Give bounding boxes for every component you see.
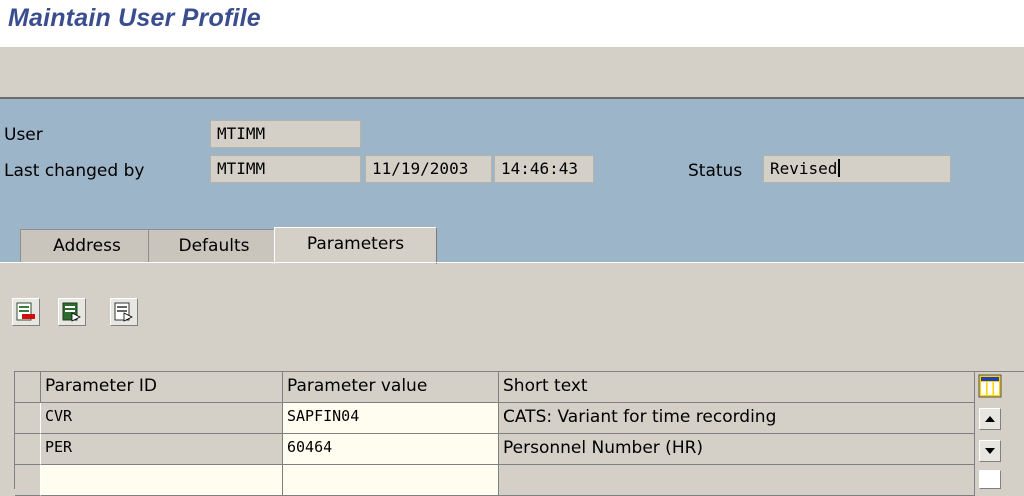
column-header-parameter-value[interactable]: Parameter value bbox=[283, 372, 499, 403]
application-toolbar bbox=[0, 47, 1024, 99]
last-changed-label: Last changed by bbox=[4, 161, 145, 181]
row-selector[interactable] bbox=[15, 403, 41, 434]
last-changed-field: MTIMM bbox=[210, 155, 361, 183]
user-label: User bbox=[4, 125, 43, 145]
table-cell-short-text: Personnel Number (HR) bbox=[499, 434, 975, 465]
table-cell-parameter-id[interactable]: CVR bbox=[41, 403, 283, 434]
row-selector[interactable] bbox=[15, 434, 41, 465]
delete-row-button[interactable] bbox=[12, 298, 40, 326]
table-cell-parameter-value[interactable] bbox=[283, 465, 499, 496]
title-bar: Maintain User Profile bbox=[0, 0, 1024, 47]
column-header-short-text[interactable]: Short text bbox=[499, 372, 975, 403]
date-field: 11/19/2003 bbox=[365, 155, 492, 183]
table-cell-parameter-value[interactable]: SAPFIN04 bbox=[283, 403, 499, 434]
tab-defaults[interactable]: Defaults bbox=[148, 229, 280, 263]
arrow-down-icon bbox=[980, 446, 1000, 466]
table-settings-icon bbox=[978, 374, 1002, 403]
time-field: 14:46:43 bbox=[494, 155, 594, 183]
scroll-down-button[interactable] bbox=[979, 440, 1001, 462]
table-cell-parameter-value[interactable]: 60464 bbox=[283, 434, 499, 465]
status-label: Status bbox=[688, 161, 743, 181]
deselect-all-button[interactable] bbox=[110, 298, 138, 326]
select-all-button[interactable] bbox=[58, 298, 86, 326]
table-settings-button[interactable] bbox=[978, 374, 1002, 398]
scroll-track[interactable] bbox=[979, 470, 1001, 489]
table-cell-parameter-id[interactable] bbox=[41, 465, 283, 496]
column-header-parameter-id[interactable]: Parameter ID bbox=[41, 372, 283, 403]
row-selector[interactable] bbox=[15, 465, 41, 496]
status-value: Revised bbox=[770, 159, 838, 178]
tab-address[interactable]: Address bbox=[20, 229, 154, 263]
tab-divider bbox=[0, 262, 1024, 263]
table-cell-short-text bbox=[499, 465, 975, 496]
user-field: MTIMM bbox=[210, 120, 361, 148]
tab-parameters[interactable]: Parameters bbox=[274, 227, 437, 264]
select-all-rows-cell[interactable] bbox=[15, 372, 41, 403]
table-cell-parameter-id[interactable]: PER bbox=[41, 434, 283, 465]
scroll-up-button[interactable] bbox=[979, 408, 1001, 430]
arrow-up-icon bbox=[980, 414, 1000, 434]
page-title: Maintain User Profile bbox=[8, 4, 261, 32]
table-cell-short-text: CATS: Variant for time recording bbox=[499, 403, 975, 434]
parameters-table: Parameter ID Parameter value Short text … bbox=[14, 371, 1024, 496]
status-field[interactable]: Revised bbox=[763, 155, 951, 183]
